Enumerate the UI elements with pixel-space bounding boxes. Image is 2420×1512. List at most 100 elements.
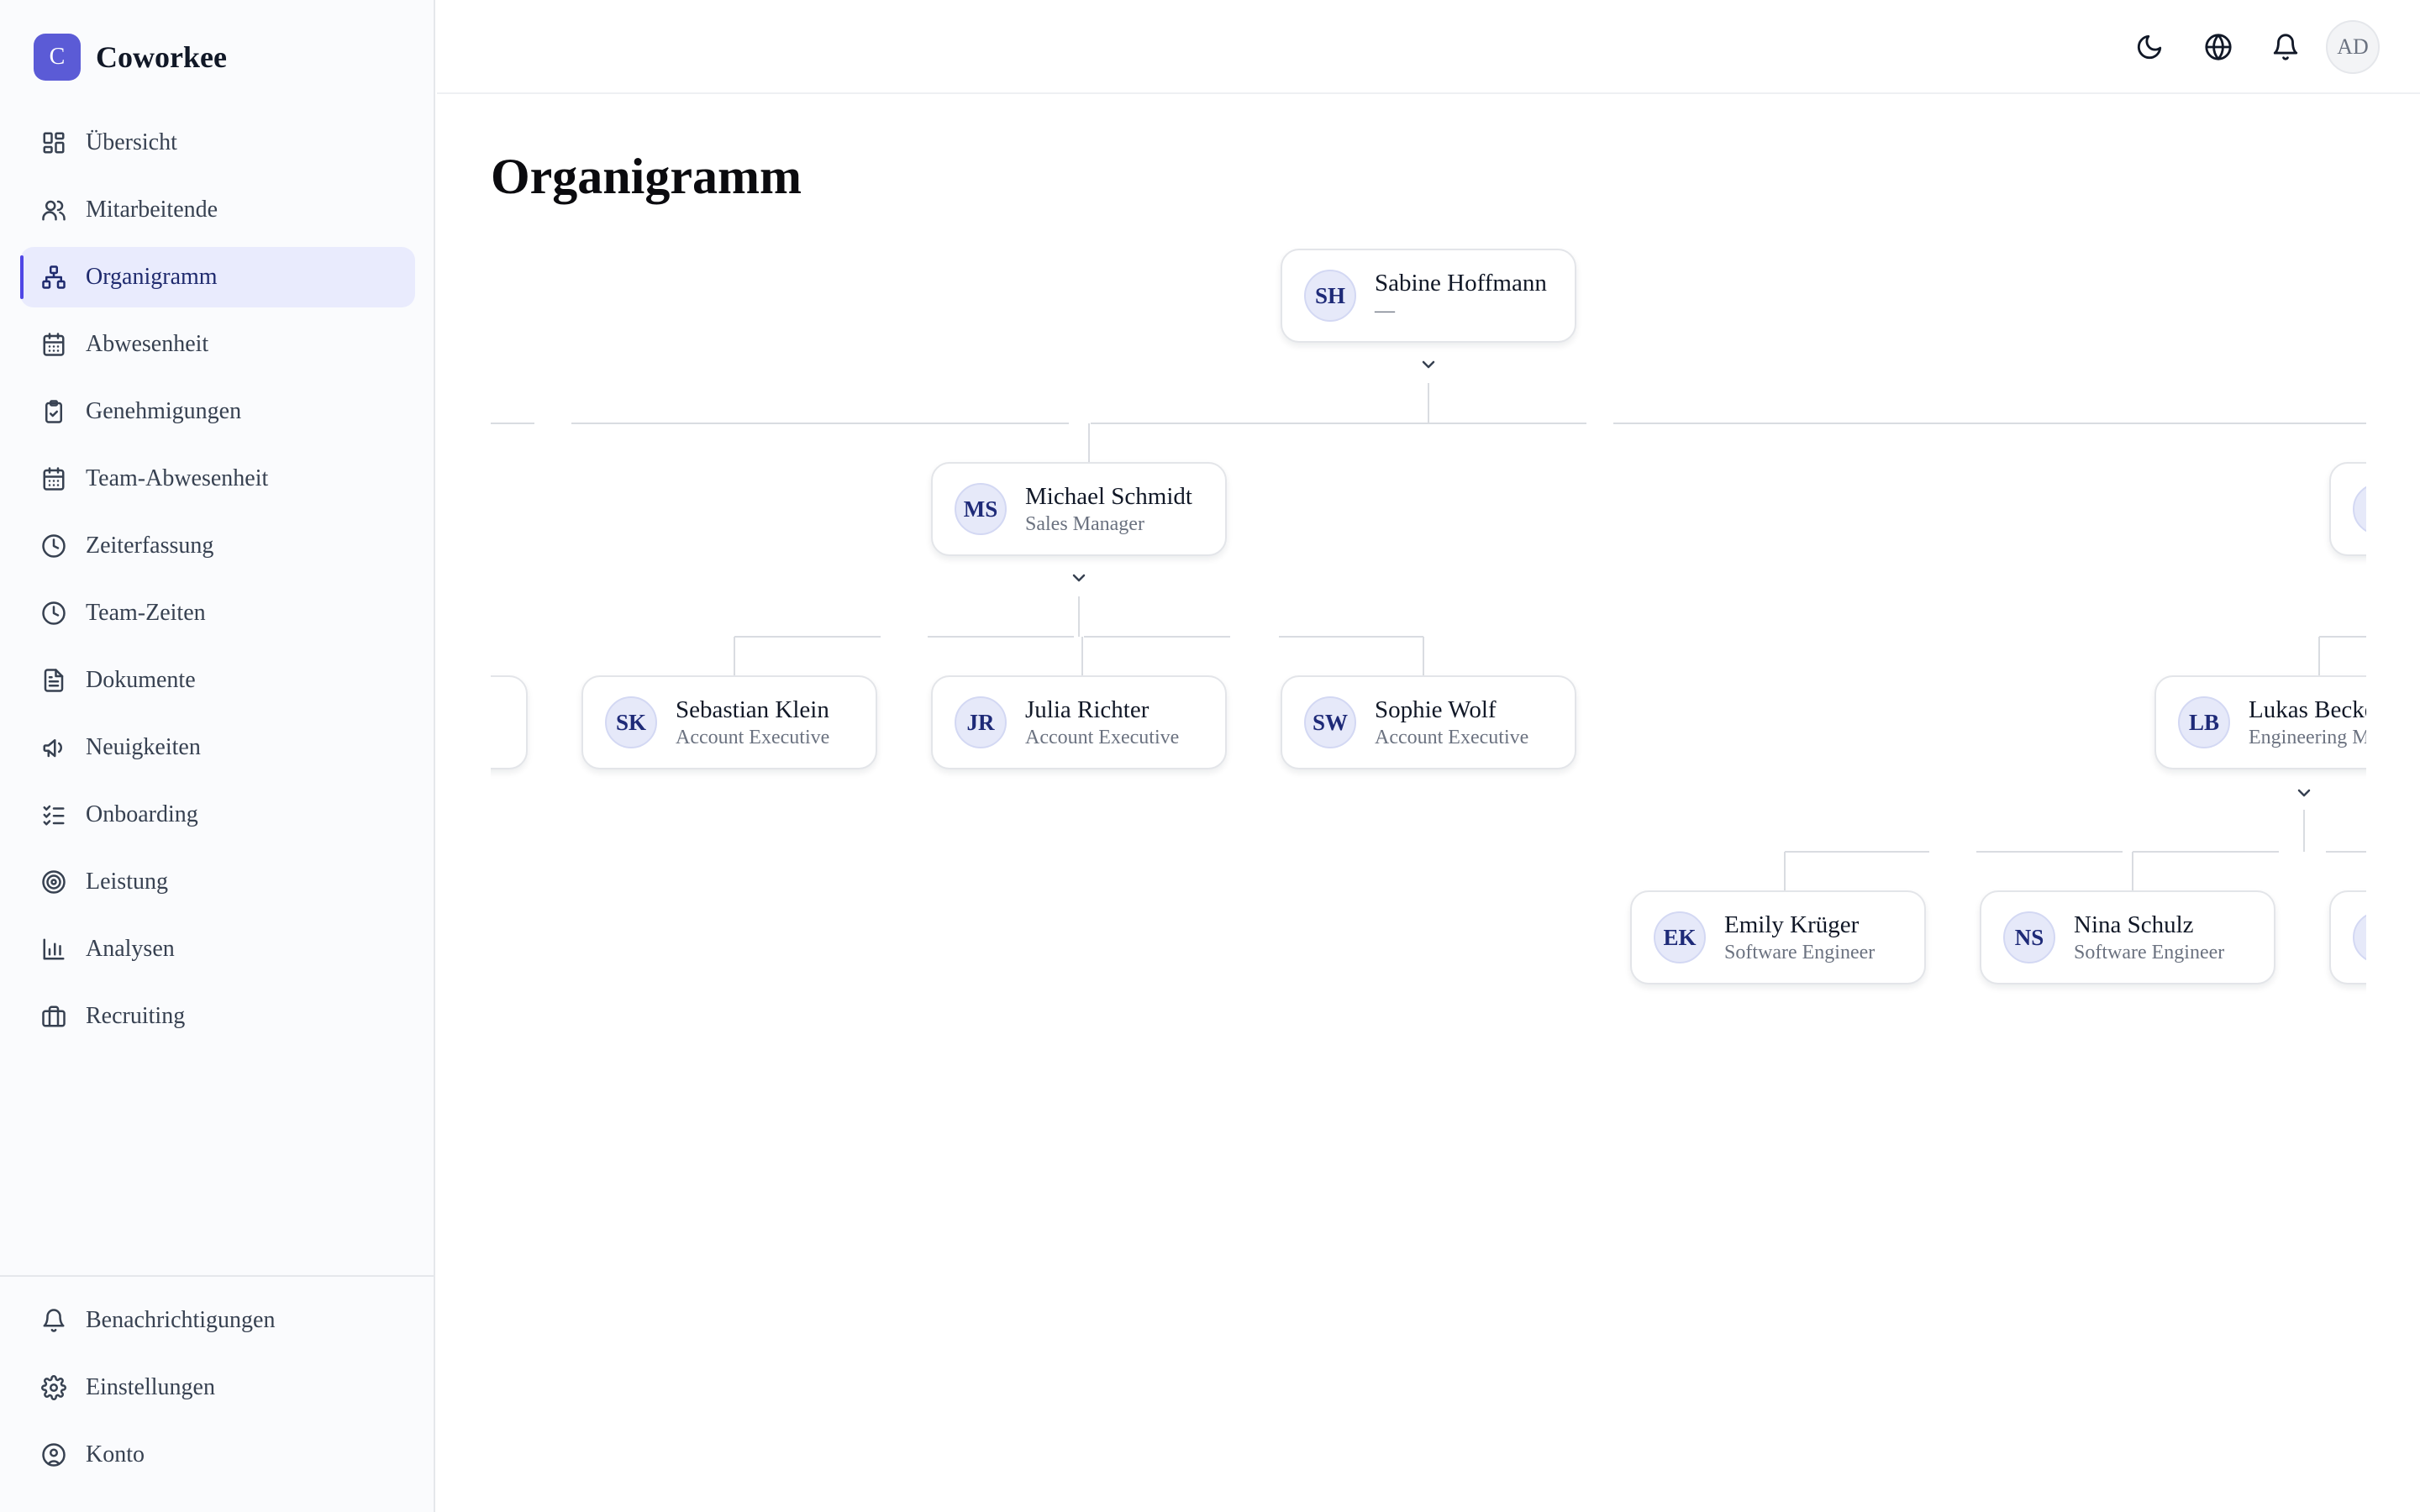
sidebar-item-konto[interactable]: Konto <box>20 1425 413 1485</box>
clock-icon <box>40 533 67 559</box>
top-bar <box>437 0 2420 94</box>
sidebar-item-onboarding[interactable]: Onboarding <box>20 785 415 845</box>
sidebar-item-einstellungen[interactable]: Einstellungen <box>20 1357 413 1418</box>
node-role: Software Engineer <box>2074 942 2225 963</box>
sidebar: C Coworkee Übersicht Mitarbeitende Organ… <box>0 0 435 1512</box>
avatar: SH <box>1304 270 1356 322</box>
org-node-sophie-wolf[interactable]: SW Sophie Wolf Account Executive <box>1281 675 1576 769</box>
org-node-nina-schulz[interactable]: NS Nina Schulz Software Engineer <box>1980 890 2275 984</box>
user-avatar[interactable]: AD <box>2326 20 2380 74</box>
clock-icon <box>40 600 67 627</box>
document-icon <box>40 667 67 694</box>
chevron-down-icon[interactable] <box>2294 783 2314 803</box>
avatar: SW <box>1304 696 1356 748</box>
sidebar-item-label: Abwesenheit <box>86 331 209 357</box>
sidebar-item-zeiterfassung[interactable]: Zeiterfassung <box>20 516 415 576</box>
node-role: Account Executive <box>1375 727 1529 748</box>
globe-icon[interactable] <box>2193 22 2244 72</box>
node-role: Engineering M <box>2249 727 2366 748</box>
sidebar-item-analysen[interactable]: Analysen <box>20 919 415 979</box>
node-name: Julia Richter <box>1025 696 1150 723</box>
brand[interactable]: C Coworkee <box>34 34 227 81</box>
sidebar-item-label: Onboarding <box>86 801 198 827</box>
sidebar-item-label: Recruiting <box>86 1003 186 1029</box>
avatar: EK <box>1654 911 1706 963</box>
sidebar-item-neuigkeiten[interactable]: Neuigkeiten <box>20 717 415 778</box>
org-node-partial[interactable] <box>491 675 528 769</box>
org-node-sabine-hoffmann[interactable]: SH Sabine Hoffmann — <box>1281 249 1576 343</box>
avatar: NS <box>2003 911 2055 963</box>
target-icon <box>40 869 67 895</box>
avatar: LB <box>2178 696 2230 748</box>
org-node-michael-schmidt[interactable]: MS Michael Schmidt Sales Manager <box>931 462 1227 556</box>
sidebar-item-uebersicht[interactable]: Übersicht <box>20 113 415 173</box>
dashboard-icon <box>40 129 67 156</box>
org-node-julia-richter[interactable]: JR Julia Richter Account Executive <box>931 675 1227 769</box>
chevron-down-icon[interactable] <box>1418 354 1439 375</box>
sidebar-item-label: Organigramm <box>86 264 218 290</box>
calendar-icon <box>40 331 67 358</box>
org-chart: SH Sabine Hoffmann — MS Michael Schmidt … <box>491 235 2366 1075</box>
sidebar-item-label: Leistung <box>86 869 168 895</box>
sidebar-item-label: Genehmigungen <box>86 398 242 424</box>
page-title: Organigramm <box>491 149 802 204</box>
node-name: Sabine Hoffmann <box>1375 270 1547 297</box>
sidebar-item-recruiting[interactable]: Recruiting <box>20 986 415 1047</box>
sidebar-item-dokumente[interactable]: Dokumente <box>20 650 415 711</box>
sidebar-item-label: Neuigkeiten <box>86 734 201 760</box>
node-role: Sales Manager <box>1025 513 1144 535</box>
sidebar-item-benachrichtigungen[interactable]: Benachrichtigungen <box>20 1290 413 1351</box>
sidebar-item-mitarbeitende[interactable]: Mitarbeitende <box>20 180 415 240</box>
node-role: Account Executive <box>1025 727 1180 748</box>
avatar: I <box>2353 911 2366 963</box>
sidebar-item-organigramm[interactable]: Organigramm <box>20 247 415 307</box>
org-chart-icon <box>40 264 67 291</box>
node-name: Nina Schulz <box>2074 911 2194 938</box>
bar-chart-icon <box>40 936 67 963</box>
sidebar-item-genehmigungen[interactable]: Genehmigungen <box>20 381 415 442</box>
brand-logo: C <box>34 34 81 81</box>
org-node-partial[interactable]: J <box>2329 462 2366 556</box>
sidebar-item-label: Zeiterfassung <box>86 533 214 559</box>
clipboard-check-icon <box>40 398 67 425</box>
megaphone-icon <box>40 734 67 761</box>
sidebar-bottom: Benachrichtigungen Einstellungen Konto <box>0 1275 434 1492</box>
avatar: JR <box>955 696 1007 748</box>
brand-name: Coworkee <box>96 40 227 74</box>
avatar: SK <box>605 696 657 748</box>
sidebar-item-label: Einstellungen <box>86 1374 215 1400</box>
node-name: Emily Krüger <box>1724 911 1860 938</box>
node-name: Lukas Becke <box>2249 696 2366 723</box>
main-nav: Übersicht Mitarbeitende Organigramm Abwe… <box>20 113 415 1053</box>
gear-icon <box>40 1374 67 1401</box>
bell-icon <box>40 1307 67 1334</box>
sidebar-item-team-zeiten[interactable]: Team-Zeiten <box>20 583 415 643</box>
sidebar-item-abwesenheit[interactable]: Abwesenheit <box>20 314 415 375</box>
sidebar-item-label: Konto <box>86 1441 145 1467</box>
bell-icon[interactable] <box>2260 22 2311 72</box>
node-name: Michael Schmidt <box>1025 483 1192 510</box>
sidebar-item-label: Team-Abwesenheit <box>86 465 269 491</box>
sidebar-item-label: Benachrichtigungen <box>86 1307 276 1333</box>
org-node-partial[interactable]: I <box>2329 890 2366 984</box>
user-circle-icon <box>40 1441 67 1468</box>
sidebar-item-label: Übersicht <box>86 129 177 155</box>
node-role: Account Executive <box>676 727 830 748</box>
sidebar-item-team-abwesenheit[interactable]: Team-Abwesenheit <box>20 449 415 509</box>
sidebar-item-label: Mitarbeitende <box>86 197 218 223</box>
users-icon <box>40 197 67 223</box>
node-role: — <box>1375 300 1395 322</box>
org-node-emily-krueger[interactable]: EK Emily Krüger Software Engineer <box>1630 890 1926 984</box>
sidebar-item-label: Analysen <box>86 936 175 962</box>
node-name: Sebastian Klein <box>676 696 829 723</box>
node-name: Sophie Wolf <box>1375 696 1497 723</box>
briefcase-icon <box>40 1003 67 1030</box>
org-node-lukas-becker[interactable]: LB Lukas Becke Engineering M <box>2154 675 2366 769</box>
org-node-sebastian-klein[interactable]: SK Sebastian Klein Account Executive <box>581 675 877 769</box>
avatar: J <box>2353 483 2366 535</box>
moon-icon[interactable] <box>2124 22 2175 72</box>
avatar: MS <box>955 483 1007 535</box>
node-role: Software Engineer <box>1724 942 1876 963</box>
sidebar-item-leistung[interactable]: Leistung <box>20 852 415 912</box>
chevron-down-icon[interactable] <box>1069 568 1089 588</box>
